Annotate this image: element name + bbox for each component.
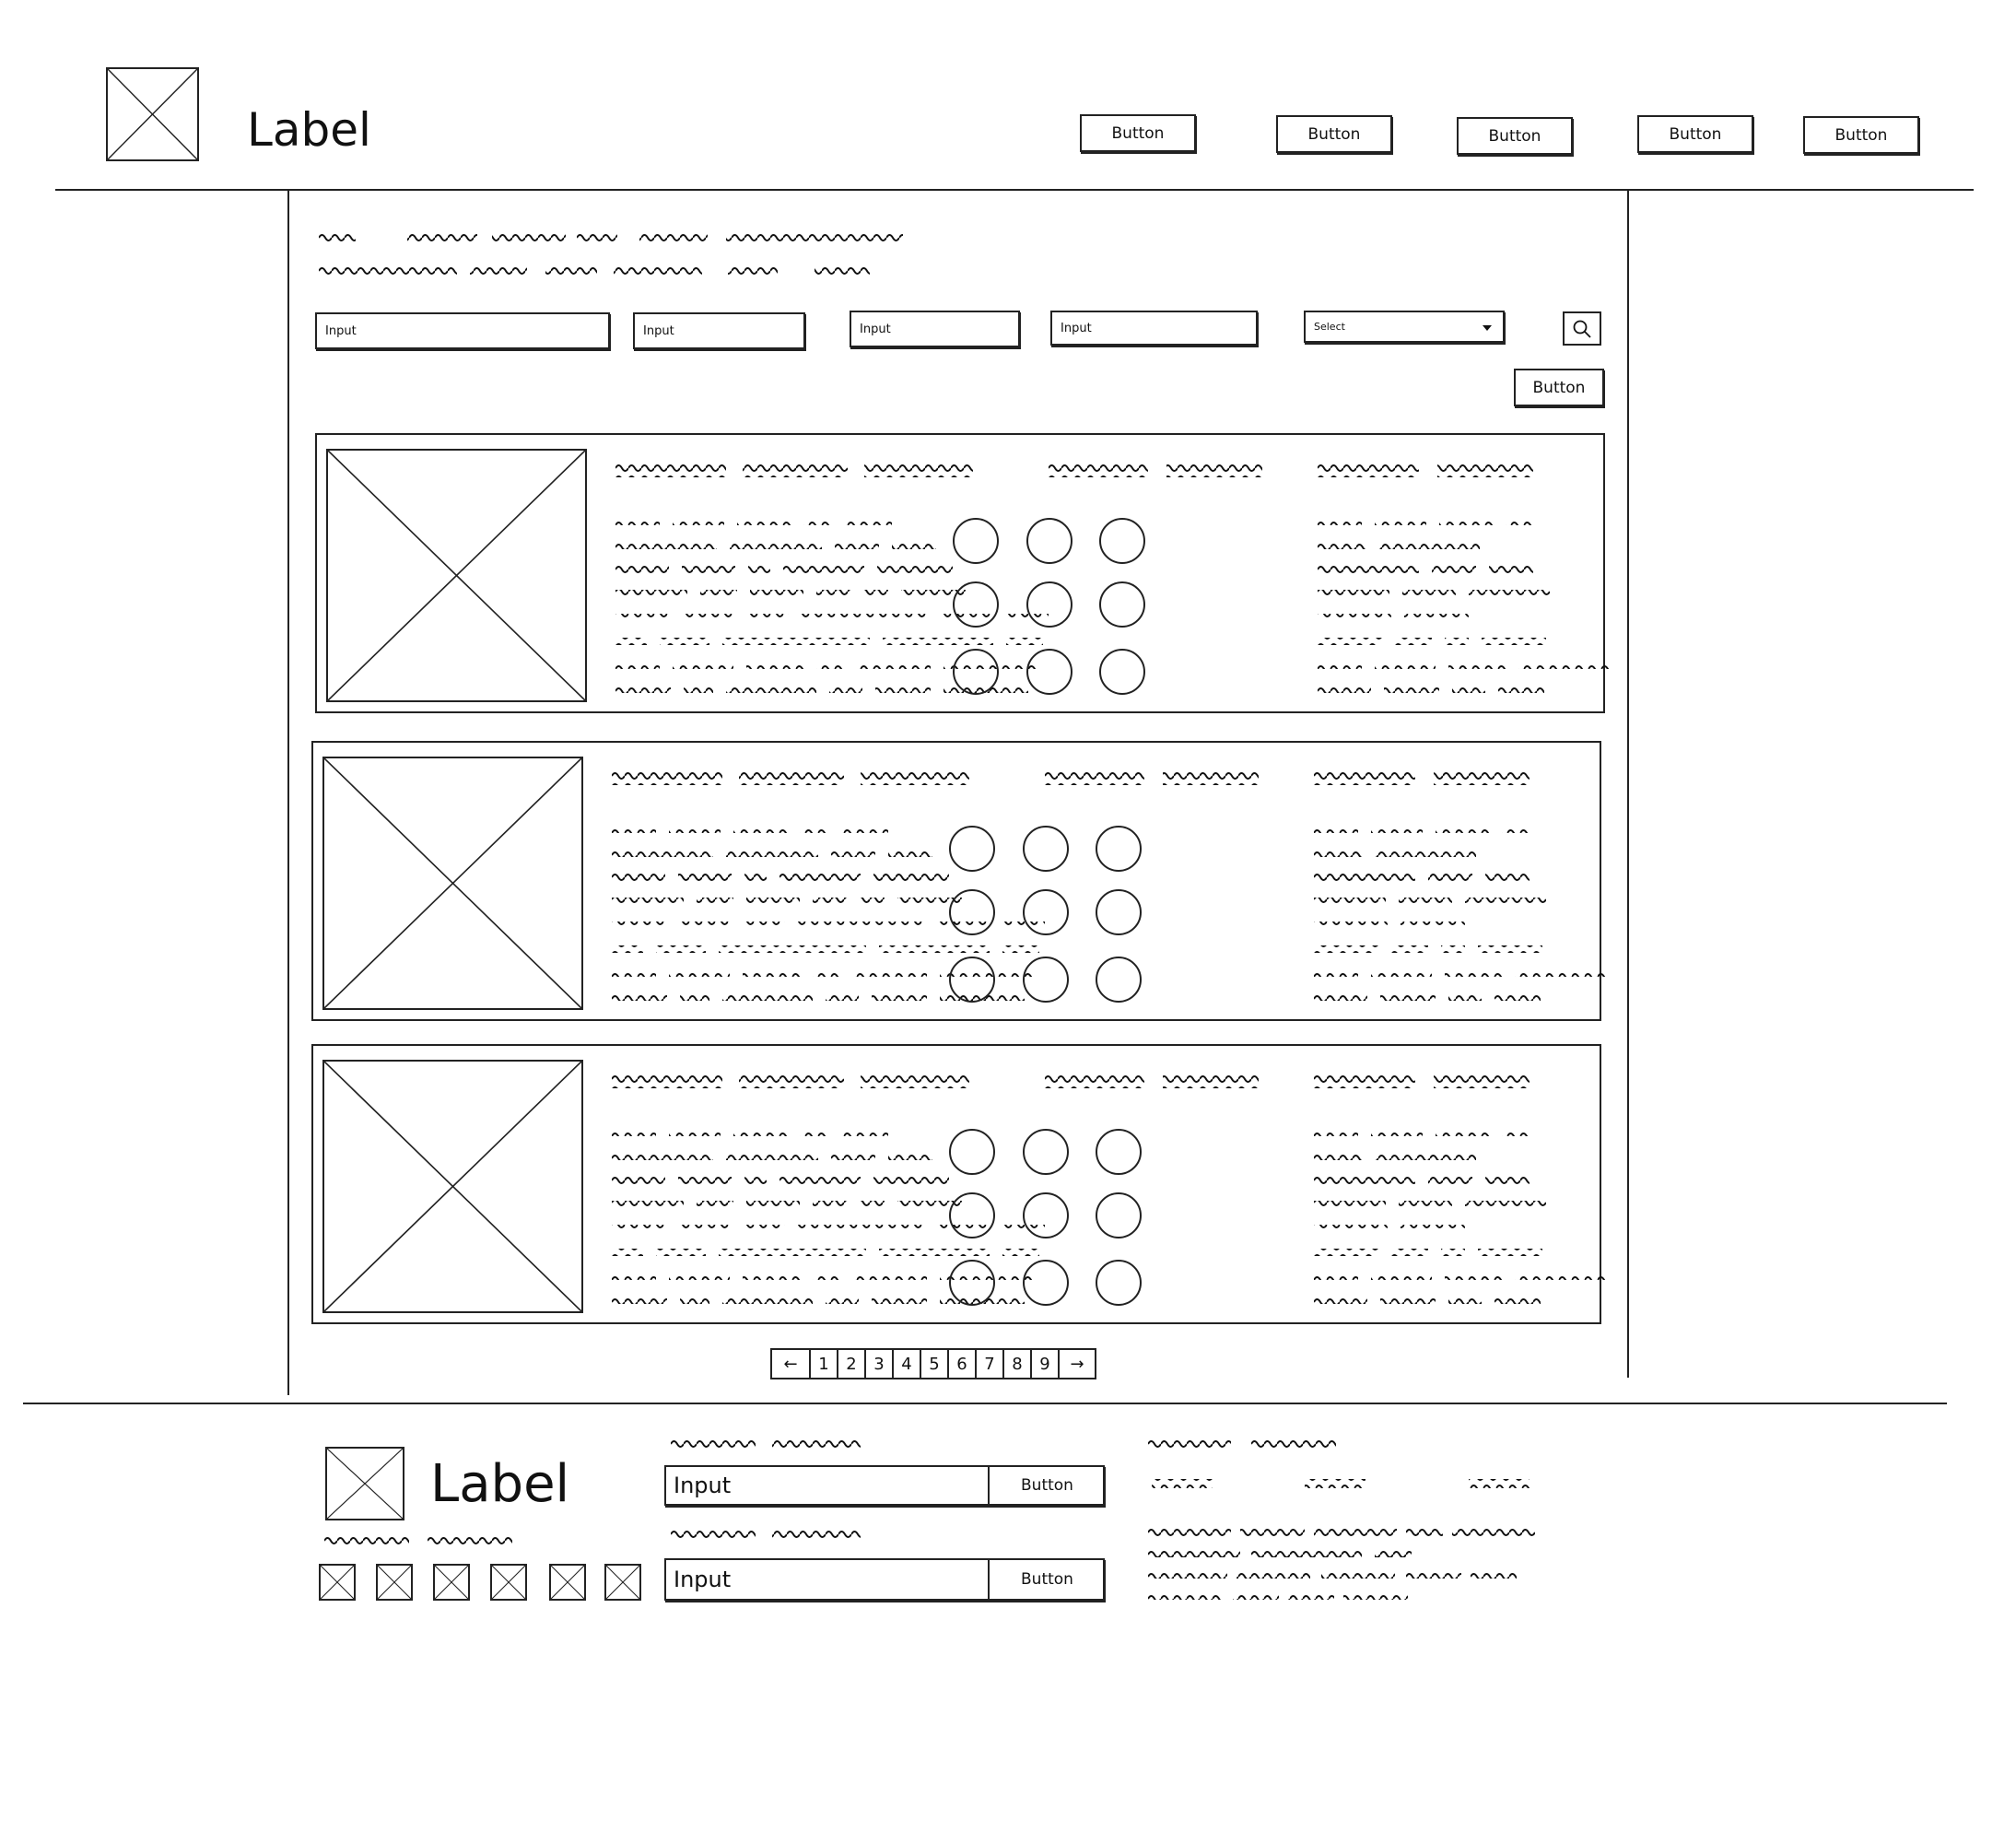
placeholder-icon[interactable]: [433, 1564, 470, 1601]
page-9[interactable]: 9: [1030, 1350, 1058, 1378]
page-7[interactable]: 7: [975, 1350, 1002, 1378]
card-image-placeholder-icon: [322, 1060, 583, 1313]
option-circle[interactable]: [949, 1129, 995, 1175]
card-title-extra: [1045, 770, 1259, 785]
page-4[interactable]: 4: [892, 1350, 920, 1378]
option-circle[interactable]: [1099, 581, 1145, 628]
footer-logo-placeholder-icon: [325, 1447, 404, 1520]
option-circle[interactable]: [1023, 1129, 1069, 1175]
option-circle[interactable]: [1026, 649, 1072, 695]
option-circle[interactable]: [953, 649, 999, 695]
option-circle[interactable]: [1096, 957, 1142, 1003]
footer-info-text: [1148, 1438, 1535, 1600]
placeholder-icon[interactable]: [376, 1564, 413, 1601]
select-value: Select: [1314, 321, 1345, 333]
arrow-right-icon[interactable]: →: [1058, 1350, 1095, 1378]
card-side-text: [1314, 826, 1609, 1001]
logo-placeholder-icon: [106, 67, 199, 161]
search-button[interactable]: [1563, 311, 1601, 346]
placeholder-icon[interactable]: [604, 1564, 641, 1601]
option-circle[interactable]: [1023, 1192, 1069, 1238]
option-circle[interactable]: [949, 957, 995, 1003]
nav-button-2[interactable]: Button: [1276, 115, 1392, 153]
footer-form-2: Input Button: [664, 1558, 1105, 1601]
page-6[interactable]: 6: [947, 1350, 975, 1378]
card-title-extra: [1049, 463, 1262, 477]
option-circle[interactable]: [1096, 1129, 1142, 1175]
filter-input-4[interactable]: Input: [1050, 311, 1258, 346]
page-8[interactable]: 8: [1002, 1350, 1030, 1378]
nav-button-3[interactable]: Button: [1457, 117, 1573, 155]
option-circle[interactable]: [949, 1192, 995, 1238]
nav-button-4[interactable]: Button: [1637, 115, 1753, 153]
card-title: [612, 1074, 969, 1088]
option-circle[interactable]: [1026, 581, 1072, 628]
nav-button-1[interactable]: Button: [1080, 114, 1196, 152]
filter-action-button[interactable]: Button: [1514, 369, 1604, 406]
content-right-border: [1627, 191, 1629, 1378]
card-side-title: [1318, 463, 1533, 477]
card-side-title: [1314, 770, 1530, 785]
footer-label: Label: [430, 1454, 570, 1514]
card-image-placeholder-icon: [326, 449, 587, 702]
footer-button-1[interactable]: Button: [988, 1467, 1105, 1504]
option-circle[interactable]: [953, 581, 999, 628]
footer-form-2-heading: [671, 1529, 861, 1540]
result-card[interactable]: [311, 741, 1609, 1021]
option-circle[interactable]: [1023, 1260, 1069, 1306]
page-1[interactable]: 1: [809, 1350, 837, 1378]
filter-select[interactable]: Select: [1304, 311, 1505, 343]
option-circle[interactable]: [953, 518, 999, 564]
footer-divider: [23, 1403, 1947, 1404]
card-side-text: [1318, 518, 1612, 693]
result-card[interactable]: [311, 1044, 1609, 1324]
option-circle[interactable]: [1096, 1260, 1142, 1306]
option-circle[interactable]: [1099, 649, 1145, 695]
filter-input-2[interactable]: Input: [633, 312, 805, 349]
card-side-title: [1314, 1074, 1530, 1088]
result-card[interactable]: [315, 433, 1612, 713]
search-icon: [1573, 320, 1591, 338]
option-circle[interactable]: [1099, 518, 1145, 564]
content-left-border: [287, 191, 289, 1395]
arrow-left-icon[interactable]: ←: [772, 1350, 809, 1378]
option-circle[interactable]: [1096, 889, 1142, 935]
placeholder-icon[interactable]: [490, 1564, 527, 1601]
page-5[interactable]: 5: [920, 1350, 947, 1378]
intro-text: [319, 232, 903, 275]
card-image-placeholder-icon: [322, 757, 583, 1010]
chevron-down-icon: [1483, 324, 1492, 331]
option-circle[interactable]: [1023, 826, 1069, 872]
header-divider: [55, 189, 1974, 191]
option-circle[interactable]: [1096, 1192, 1142, 1238]
header-label: Label: [247, 103, 371, 157]
placeholder-icon[interactable]: [319, 1564, 356, 1601]
footer-button-2[interactable]: Button: [988, 1560, 1105, 1599]
option-circle[interactable]: [1023, 889, 1069, 935]
placeholder-icon[interactable]: [549, 1564, 586, 1601]
option-circle[interactable]: [1023, 957, 1069, 1003]
nav-button-5[interactable]: Button: [1803, 116, 1919, 154]
card-title-extra: [1045, 1074, 1259, 1088]
card-title: [612, 770, 969, 785]
card-title: [615, 463, 973, 477]
card-side-text: [1314, 1129, 1609, 1304]
option-circle[interactable]: [949, 889, 995, 935]
page-2[interactable]: 2: [837, 1350, 864, 1378]
footer-input-1[interactable]: Input: [674, 1473, 731, 1498]
footer-form-1-heading: [671, 1438, 861, 1450]
filter-input-1[interactable]: Input: [315, 312, 610, 349]
page-3[interactable]: 3: [864, 1350, 892, 1378]
option-circle[interactable]: [1096, 826, 1142, 872]
option-circle[interactable]: [949, 826, 995, 872]
footer-form-1: Input Button: [664, 1465, 1105, 1506]
filter-input-3[interactable]: Input: [850, 311, 1020, 347]
pagination: ← 1 2 3 4 5 6 7 8 9 →: [770, 1348, 1096, 1379]
footer-social-heading: [324, 1535, 512, 1546]
option-circle[interactable]: [1026, 518, 1072, 564]
option-circle[interactable]: [949, 1260, 995, 1306]
footer-input-2[interactable]: Input: [674, 1567, 731, 1592]
